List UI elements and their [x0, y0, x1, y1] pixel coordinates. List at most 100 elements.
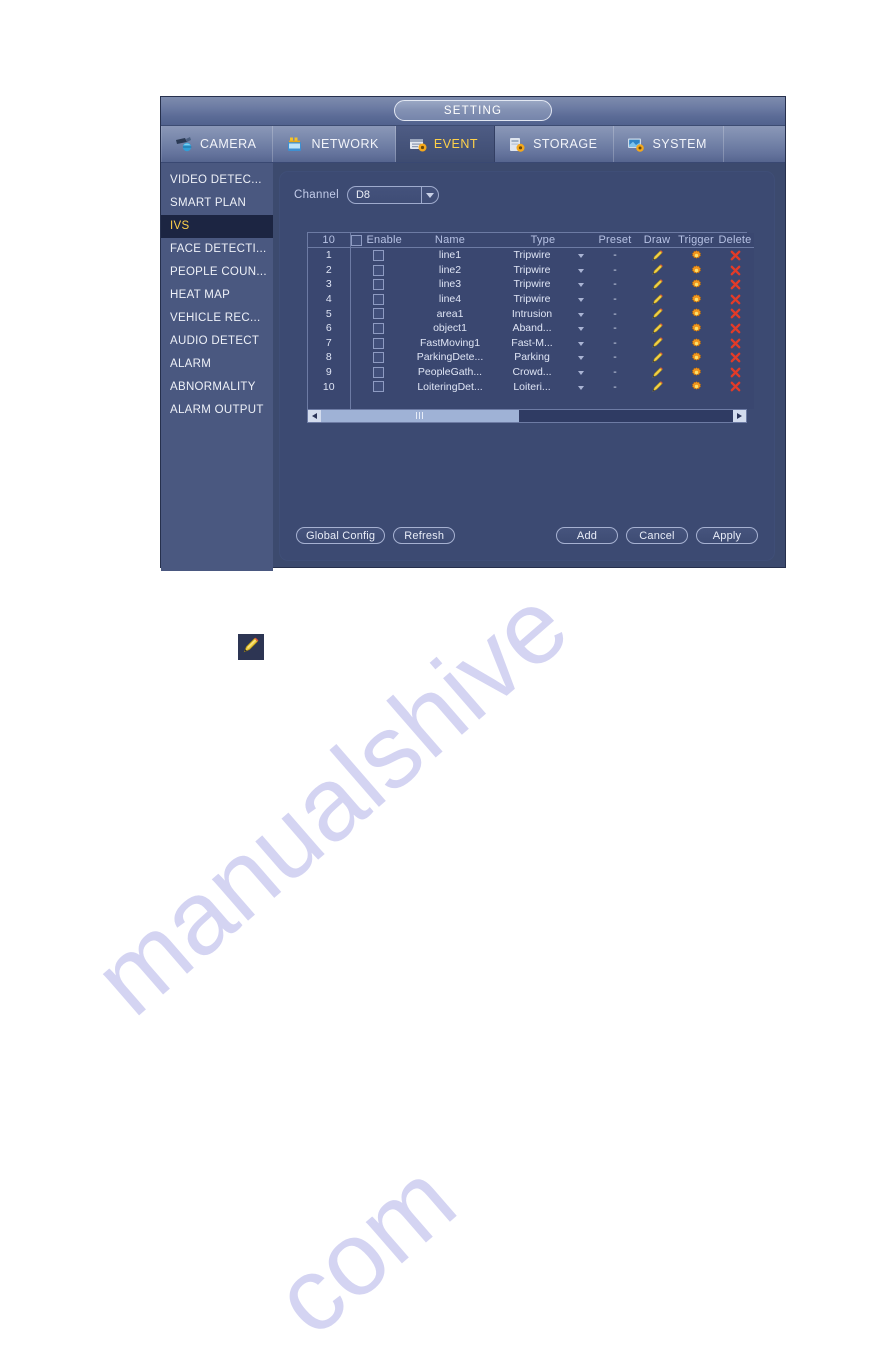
row-draw-cell[interactable] [638, 306, 676, 321]
add-button[interactable]: Add [556, 527, 618, 544]
sidebar-item-audio-detect[interactable]: AUDIO DETECT [161, 330, 273, 353]
table-row[interactable]: 1 line1 Tripwire - [308, 247, 754, 263]
row-draw-cell[interactable] [638, 262, 676, 278]
enable-checkbox[interactable] [372, 279, 384, 291]
tab-system[interactable]: SYSTEM [614, 126, 724, 162]
enable-checkbox[interactable] [372, 366, 384, 378]
row-delete-cell[interactable] [716, 291, 754, 307]
row-enable-cell[interactable] [350, 335, 406, 351]
channel-select[interactable]: D8 [346, 186, 439, 204]
gear-icon[interactable] [691, 250, 702, 261]
enable-checkbox[interactable] [372, 293, 384, 305]
row-enable-cell[interactable] [350, 277, 406, 292]
row-draw-cell[interactable] [638, 364, 676, 380]
gear-icon[interactable] [691, 323, 702, 334]
table-row[interactable]: 10 LoiteringDet... Loiteri... - [308, 379, 754, 394]
enable-checkbox[interactable] [372, 322, 384, 334]
row-enable-cell[interactable] [350, 306, 406, 321]
row-type-dropdown[interactable] [570, 350, 592, 365]
scrollbar-track[interactable] [321, 409, 733, 422]
refresh-button[interactable]: Refresh [393, 527, 456, 544]
pencil-icon[interactable] [651, 322, 664, 335]
row-delete-cell[interactable] [716, 350, 754, 365]
row-trigger-cell[interactable] [676, 379, 716, 394]
row-type-dropdown[interactable] [570, 364, 592, 380]
row-enable-cell[interactable] [350, 364, 406, 380]
global-config-button[interactable]: Global Config [296, 527, 386, 544]
cancel-button[interactable]: Cancel [626, 527, 688, 544]
table-row[interactable]: 5 area1 Intrusion - [308, 306, 754, 321]
pencil-icon[interactable] [651, 249, 664, 262]
row-trigger-cell[interactable] [676, 262, 716, 278]
row-trigger-cell[interactable] [676, 320, 716, 336]
row-delete-cell[interactable] [716, 247, 754, 263]
sidebar-item-ivs[interactable]: IVS [161, 215, 273, 238]
apply-button[interactable]: Apply [696, 527, 758, 544]
sidebar-item-alarm[interactable]: ALARM [161, 353, 273, 376]
pencil-icon[interactable] [651, 336, 664, 349]
close-icon[interactable] [730, 323, 741, 334]
pencil-icon[interactable] [651, 351, 664, 364]
row-type-dropdown[interactable] [570, 335, 592, 351]
close-icon[interactable] [730, 338, 741, 349]
close-icon[interactable] [730, 250, 741, 261]
row-draw-cell[interactable] [638, 320, 676, 336]
table-row[interactable]: 3 line3 Tripwire - [308, 277, 754, 292]
gear-icon[interactable] [691, 352, 702, 363]
row-draw-cell[interactable] [638, 350, 676, 365]
row-enable-cell[interactable] [350, 320, 406, 336]
pencil-icon[interactable] [651, 366, 664, 379]
sidebar-item-vehicle-recognition[interactable]: VEHICLE REC... [161, 307, 273, 330]
table-row[interactable]: 6 object1 Aband... - [308, 320, 754, 336]
row-delete-cell[interactable] [716, 364, 754, 380]
table-row[interactable]: 9 PeopleGath... Crowd... - [308, 364, 754, 380]
row-delete-cell[interactable] [716, 262, 754, 278]
chevron-down-icon[interactable] [420, 186, 438, 204]
row-enable-cell[interactable] [350, 247, 406, 263]
gear-icon[interactable] [691, 294, 702, 305]
row-delete-cell[interactable] [716, 277, 754, 292]
row-trigger-cell[interactable] [676, 277, 716, 292]
gear-icon[interactable] [691, 264, 702, 276]
row-trigger-cell[interactable] [676, 247, 716, 263]
close-icon[interactable] [730, 279, 741, 290]
tab-event[interactable]: EVENT [395, 126, 496, 162]
pencil-icon[interactable] [651, 380, 664, 393]
close-icon[interactable] [730, 352, 741, 363]
table-row[interactable]: 2 line2 Tripwire - [308, 262, 754, 278]
row-draw-cell[interactable] [638, 379, 676, 394]
row-delete-cell[interactable] [716, 335, 754, 351]
enable-checkbox[interactable] [372, 381, 384, 393]
scroll-left-button[interactable] [308, 409, 321, 422]
row-type-dropdown[interactable] [570, 247, 592, 263]
row-type-dropdown[interactable] [570, 262, 592, 278]
row-trigger-cell[interactable] [676, 335, 716, 351]
table-row[interactable]: 8 ParkingDete... Parking - [308, 350, 754, 365]
enable-checkbox[interactable] [372, 264, 384, 276]
pencil-icon[interactable] [651, 263, 664, 276]
sidebar-item-face-detection[interactable]: FACE DETECTI... [161, 238, 273, 261]
enable-checkbox[interactable] [372, 308, 384, 320]
scrollbar-thumb[interactable] [321, 409, 519, 422]
table-row[interactable]: 4 line4 Tripwire - [308, 291, 754, 307]
row-draw-cell[interactable] [638, 335, 676, 351]
enable-checkbox[interactable] [372, 352, 384, 364]
row-enable-cell[interactable] [350, 262, 406, 278]
gear-icon[interactable] [691, 381, 702, 392]
pencil-icon[interactable] [651, 293, 664, 306]
table-horizontal-scrollbar[interactable] [307, 409, 747, 423]
sidebar-item-smart-plan[interactable]: SMART PLAN [161, 192, 273, 215]
tab-network[interactable]: NETWORK [273, 126, 396, 162]
row-trigger-cell[interactable] [676, 306, 716, 321]
table-row[interactable]: 7 FastMoving1 Fast-M... - [308, 335, 754, 351]
row-enable-cell[interactable] [350, 350, 406, 365]
pencil-icon[interactable] [651, 307, 664, 320]
gear-icon[interactable] [691, 308, 702, 319]
tab-storage[interactable]: STORAGE [495, 126, 615, 162]
row-delete-cell[interactable] [716, 320, 754, 336]
gear-icon[interactable] [691, 337, 702, 349]
row-draw-cell[interactable] [638, 247, 676, 263]
select-all-checkbox[interactable] [350, 234, 362, 246]
sidebar-item-abnormality[interactable]: ABNORMALITY [161, 376, 273, 399]
row-delete-cell[interactable] [716, 306, 754, 321]
